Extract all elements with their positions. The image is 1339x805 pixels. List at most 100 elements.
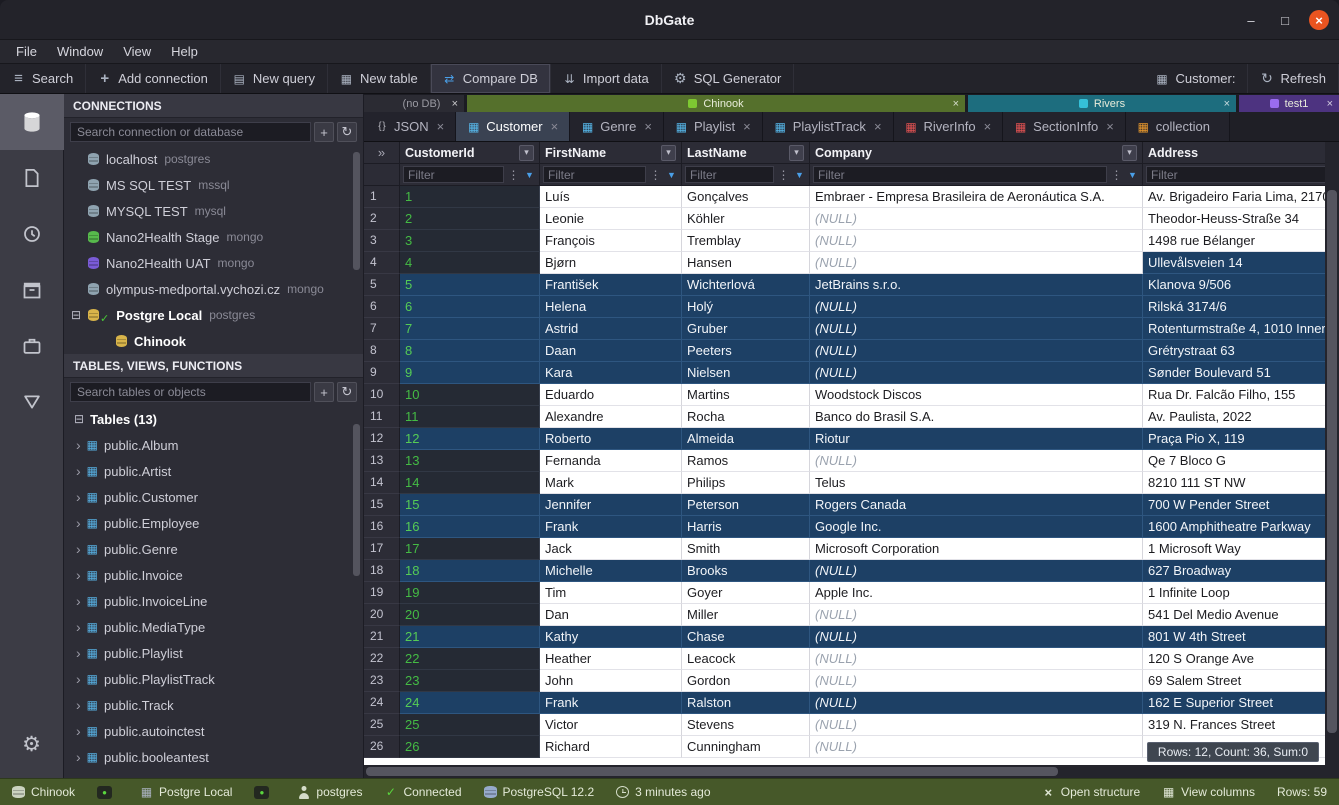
cell-customerid[interactable]: 4 [400, 252, 540, 274]
cell-customerid[interactable]: 5 [400, 274, 540, 296]
cell-lastname[interactable]: Ramos [682, 450, 810, 472]
table-list-item[interactable]: › ▦ public.Playlist [64, 640, 363, 666]
add-table-icon-button[interactable]: + [314, 382, 334, 402]
tables-search-input[interactable] [70, 382, 311, 402]
maximize-button[interactable]: □ [1275, 10, 1295, 30]
filter-funnel-icon[interactable]: ▼ [523, 170, 536, 180]
chevron-right-icon[interactable]: › [76, 671, 81, 687]
cell-lastname[interactable]: Miller [682, 604, 810, 626]
connection-item[interactable]: ✓ localhost postgres [64, 146, 363, 172]
cell-lastname[interactable]: Peeters [682, 340, 810, 362]
cell-firstname[interactable]: Eduardo [540, 384, 682, 406]
cell-address[interactable]: 627 Broadway [1143, 560, 1339, 582]
cell-company[interactable]: Riotur [810, 428, 1143, 450]
filter-input-firstname[interactable] [543, 166, 646, 183]
cell-address[interactable]: Rua Dr. Falcão Filho, 155 [1143, 384, 1339, 406]
cell-lastname[interactable]: Rocha [682, 406, 810, 428]
table-list-item[interactable]: › ▦ public.Artist [64, 458, 363, 484]
tables-group-row[interactable]: ⊟ Tables (13) [64, 406, 363, 432]
close-icon[interactable]: × [953, 98, 959, 110]
horizontal-scroll-thumb[interactable] [366, 767, 1058, 776]
close-icon[interactable]: × [743, 119, 751, 134]
column-menu-icon[interactable]: ▾ [519, 145, 534, 161]
row-number-cell[interactable]: 3 [364, 230, 400, 252]
row-number-cell[interactable]: 16 [364, 516, 400, 538]
cell-company[interactable]: (NULL) [810, 340, 1143, 362]
cell-company[interactable]: Woodstock Discos [810, 384, 1143, 406]
refresh-connections-button[interactable]: ↻ [337, 122, 357, 142]
table-list-item[interactable]: › ▦ public.autoinctest [64, 718, 363, 744]
filter-menu-icon[interactable]: ⋮ [507, 168, 520, 182]
row-number-cell[interactable]: 13 [364, 450, 400, 472]
row-number-cell[interactable]: 18 [364, 560, 400, 582]
cell-firstname[interactable]: Alexandre [540, 406, 682, 428]
table-list-item[interactable]: › ▦ public.PlaylistTrack [64, 666, 363, 692]
chevron-right-icon[interactable]: › [76, 489, 81, 505]
cell-firstname[interactable]: Tim [540, 582, 682, 604]
connections-search-input[interactable] [70, 122, 311, 142]
cell-address[interactable]: 801 W 4th Street [1143, 626, 1339, 648]
cell-company[interactable]: (NULL) [810, 318, 1143, 340]
cell-customerid[interactable]: 25 [400, 714, 540, 736]
status-action[interactable]: Open structure [1042, 785, 1140, 799]
cell-company[interactable]: Telus [810, 472, 1143, 494]
cell-firstname[interactable]: Michelle [540, 560, 682, 582]
cell-firstname[interactable]: Frank [540, 516, 682, 538]
filter-menu-icon[interactable]: ⋮ [649, 168, 662, 182]
table-list-item[interactable]: › ▦ public.Track [64, 692, 363, 718]
cell-address[interactable]: Klanova 9/506 [1143, 274, 1339, 296]
cell-address[interactable]: 700 W Pender Street [1143, 494, 1339, 516]
tab[interactable]: JSON × [364, 112, 456, 141]
filter-input-lastname[interactable] [685, 166, 774, 183]
cell-firstname[interactable]: Kathy [540, 626, 682, 648]
connection-item[interactable]: ✓ Nano2Health UAT mongo [64, 250, 363, 276]
cell-firstname[interactable]: Mark [540, 472, 682, 494]
row-number-cell[interactable]: 4 [364, 252, 400, 274]
cell-customerid[interactable]: 13 [400, 450, 540, 472]
close-icon[interactable]: × [551, 119, 559, 134]
row-number-cell[interactable]: 2 [364, 208, 400, 230]
add-connection-icon-button[interactable]: + [314, 122, 334, 142]
cell-customerid[interactable]: 9 [400, 362, 540, 384]
chevron-right-icon[interactable]: › [76, 593, 81, 609]
cell-customerid[interactable]: 14 [400, 472, 540, 494]
column-header-address[interactable]: Address [1143, 142, 1339, 164]
cell-company[interactable]: (NULL) [810, 450, 1143, 472]
cell-company[interactable]: (NULL) [810, 230, 1143, 252]
cell-lastname[interactable]: Chase [682, 626, 810, 648]
cell-customerid[interactable]: 1 [400, 186, 540, 208]
horizontal-scrollbar[interactable] [364, 765, 1325, 778]
row-number-cell[interactable]: 24 [364, 692, 400, 714]
row-number-cell[interactable]: 17 [364, 538, 400, 560]
cell-firstname[interactable]: Frank [540, 692, 682, 714]
expander-icon[interactable]: ⊟ [71, 308, 81, 322]
row-number-cell[interactable]: 1 [364, 186, 400, 208]
connection-item[interactable]: ✓ Chinook [64, 328, 363, 354]
menu-item[interactable]: Window [47, 40, 113, 63]
cell-lastname[interactable]: Smith [682, 538, 810, 560]
connection-item[interactable]: ⊟ ✓ Postgre Local postgres [64, 302, 363, 328]
table-list-item[interactable]: › ▦ public.Album [64, 432, 363, 458]
row-number-cell[interactable]: 26 [364, 736, 400, 758]
refresh-tables-button[interactable]: ↻ [337, 382, 357, 402]
cell-lastname[interactable]: Goyer [682, 582, 810, 604]
cell-customerid[interactable]: 7 [400, 318, 540, 340]
cell-company[interactable]: Rogers Canada [810, 494, 1143, 516]
cell-customerid[interactable]: 22 [400, 648, 540, 670]
close-icon[interactable]: × [874, 119, 882, 134]
cell-customerid[interactable]: 11 [400, 406, 540, 428]
cell-lastname[interactable]: Leacock [682, 648, 810, 670]
cell-customerid[interactable]: 6 [400, 296, 540, 318]
database-tab-group[interactable]: test1 × [1239, 95, 1339, 112]
menu-item[interactable]: View [113, 40, 161, 63]
cell-customerid[interactable]: 15 [400, 494, 540, 516]
cell-lastname[interactable]: Gonçalves [682, 186, 810, 208]
cell-address[interactable]: 1498 rue Bélanger [1143, 230, 1339, 252]
cell-company[interactable]: (NULL) [810, 252, 1143, 274]
cell-lastname[interactable]: Gordon [682, 670, 810, 692]
cell-company[interactable]: Embraer - Empresa Brasileira de Aeronáut… [810, 186, 1143, 208]
cell-customerid[interactable]: 16 [400, 516, 540, 538]
cell-firstname[interactable]: Daan [540, 340, 682, 362]
cell-company[interactable]: (NULL) [810, 670, 1143, 692]
status-action[interactable]: View columns [1162, 785, 1255, 799]
